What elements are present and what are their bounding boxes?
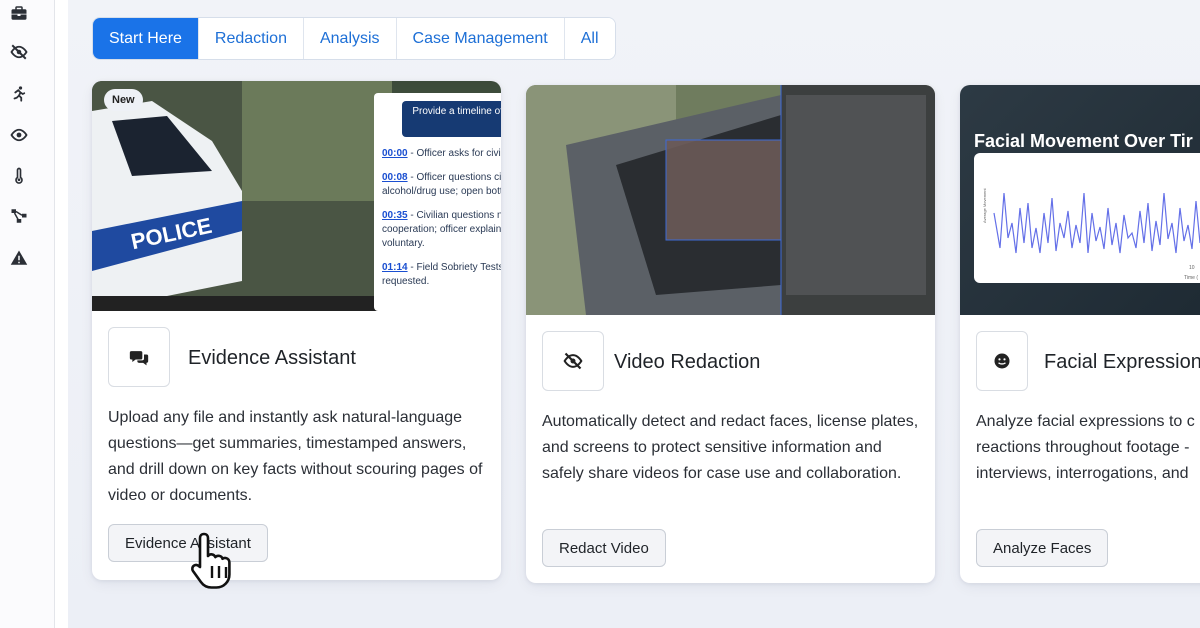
timeline-prompt: Provide a timeline of events for this vi… [402,101,501,137]
card-title: Video Redaction [614,351,761,373]
card-description: Upload any file and instantly ask natura… [108,409,483,504]
tab-all[interactable]: All [564,18,615,59]
timeline-panel: Provide a timeline of events for this vi… [374,93,501,311]
chart-title: Facial Movement Over Tir [974,131,1193,151]
video-redaction-card: Video Redaction Automatically detect and… [526,85,935,583]
timestamp-link[interactable]: 01:14 [382,262,408,273]
evidence-assistant-image: POLICE New Provide a timeline of events … [92,81,501,311]
hand-pointer-icon [191,532,231,589]
timeline-entry: 00:00 - Officer asks for civilian's name… [382,147,501,161]
card-description: Automatically detect and redact faces, l… [542,413,919,482]
tab-start-here[interactable]: Start Here [93,18,199,59]
movement-chart: Average Movement Time ( 10 [974,153,1200,283]
chart-ylabel: Average Movement [982,188,987,224]
chart-tick: 10 [1189,265,1195,271]
card-description: Analyze facial expressions to c reaction… [976,413,1195,482]
running-person-icon[interactable] [9,84,29,104]
timeline-text: - Officer asks for civilian's name. [410,148,501,159]
briefcase-icon[interactable] [9,3,29,23]
timestamp-link[interactable]: 00:08 [382,172,408,183]
timeline-entry: 01:14 - Field Sobriety Tests (FST) reque… [382,261,501,289]
new-badge: New [104,89,143,111]
eye-icon[interactable] [9,125,29,145]
evidence-assistant-card: POLICE New Provide a timeline of events … [92,81,501,580]
chart-xlabel: Time ( [1184,275,1198,281]
thermometer-icon[interactable] [9,166,29,186]
tab-case-management[interactable]: Case Management [396,18,565,59]
chat-bubbles-icon [108,327,170,387]
card-title: Facial Expression [1044,351,1200,373]
card-title: Evidence Assistant [188,347,356,369]
timestamp-link[interactable]: 00:00 [382,148,408,159]
video-redaction-image [526,85,935,315]
tab-redaction[interactable]: Redaction [198,18,304,59]
police-car-graphic: POLICE [92,81,392,311]
eye-slash-icon[interactable] [9,42,29,62]
analyze-faces-button[interactable]: Analyze Faces [976,529,1109,567]
smile-icon [976,331,1028,391]
timestamp-link[interactable]: 00:35 [382,210,408,221]
category-tabs: Start Here Redaction Analysis Case Manag… [92,17,616,60]
network-icon[interactable] [9,206,29,226]
tab-analysis[interactable]: Analysis [303,18,397,59]
facial-expression-card: Facial Movement Over Tir Average Movemen… [960,85,1200,583]
left-sidebar [0,0,55,628]
redact-video-button[interactable]: Redact Video [542,529,666,567]
facial-expression-image: Facial Movement Over Tir Average Movemen… [960,85,1200,315]
eye-slash-icon [542,331,604,391]
movement-line: Average Movement Time ( 10 [982,188,1200,281]
timeline-entry: 00:35 - Civilian questions necessity of … [382,209,501,251]
timeline-entry: 00:08 - Officer questions civilian about… [382,171,501,199]
redacted-car-graphic [526,85,935,315]
warning-icon[interactable] [9,248,29,268]
